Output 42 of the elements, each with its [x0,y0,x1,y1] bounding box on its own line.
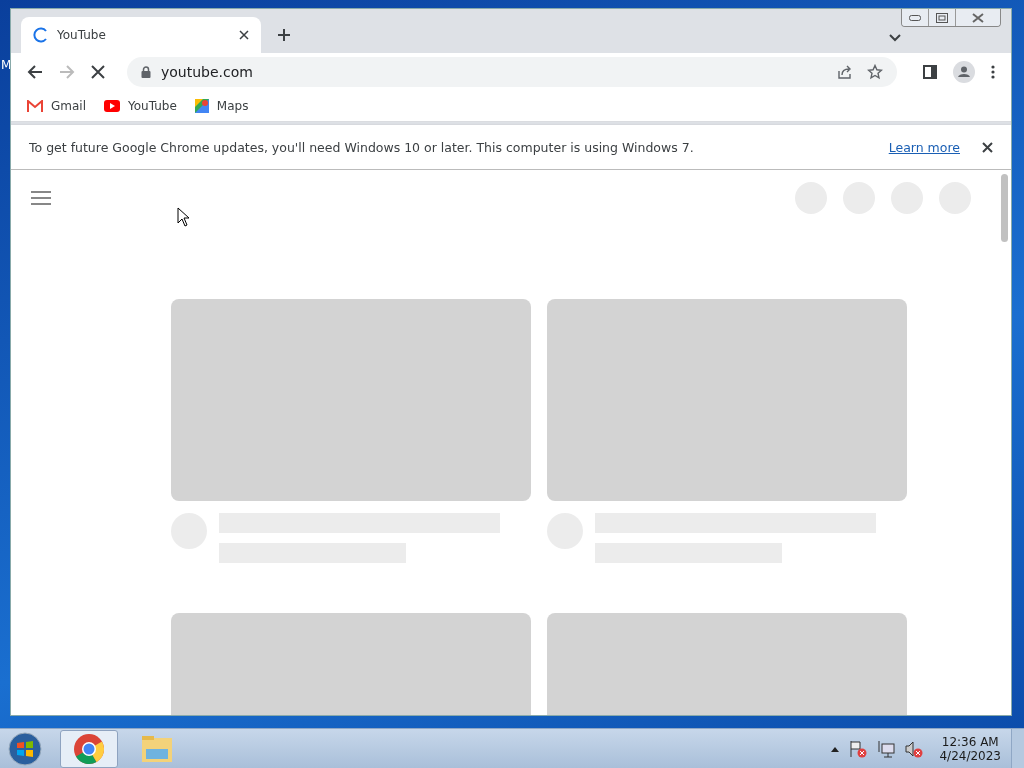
loading-spinner-icon [33,27,49,43]
mail-icon [27,100,43,112]
browser-icon [73,732,105,765]
close-tab-icon[interactable] [239,30,249,40]
minimize-button[interactable] [902,9,928,26]
bookmark-link[interactable]: Gmail [27,99,86,113]
folder-icon [141,734,173,763]
close-icon [971,12,985,23]
restore-button[interactable] [928,9,955,26]
minimize-icon [909,14,921,21]
map-pin-icon [194,99,209,113]
new-tab-icon[interactable] [277,28,291,42]
chevron-down-icon[interactable] [889,34,901,42]
bookmark-star-icon[interactable] [867,64,883,80]
clock[interactable]: 12:36 AM 4/24/2023 [939,734,1001,763]
taskbar-app-button[interactable] [60,729,118,768]
speaker-muted-icon[interactable] [905,739,924,758]
lock-icon [141,66,151,78]
restore-icon [936,12,948,23]
stop-loading-icon[interactable] [91,65,105,79]
desktop-icon-label: M [1,58,12,72]
clock-date: 4/24/2023 [939,748,1001,763]
profile-avatar-icon[interactable] [953,61,975,83]
side-panel-icon[interactable] [923,65,937,79]
close-window-button[interactable] [955,9,1000,26]
learn-more-link[interactable]: Learn more [888,139,960,155]
share-icon[interactable] [837,64,853,80]
mouse-cursor-icon [177,207,191,227]
show-hidden-icons-icon[interactable] [831,745,840,752]
clock-time: 12:36 AM [941,734,999,749]
menu-icon[interactable] [991,65,995,79]
close-icon[interactable] [982,141,993,153]
browser-tab[interactable]: YouTube [21,17,261,53]
play-icon [104,100,120,112]
bookmark-link[interactable]: YouTube [104,99,177,113]
scrollbar-thumb[interactable] [1001,174,1008,242]
back-icon[interactable] [27,64,43,80]
bookmark-link[interactable]: Maps [194,99,249,113]
infobar-message: To get future Google Chrome updates, you'll need Windows 10 or later. This computer is using Windows 7. [29,139,694,155]
network-icon[interactable] [877,739,896,758]
flag-error-icon[interactable] [849,739,868,758]
address-bar[interactable]: youtube.com [127,57,897,87]
